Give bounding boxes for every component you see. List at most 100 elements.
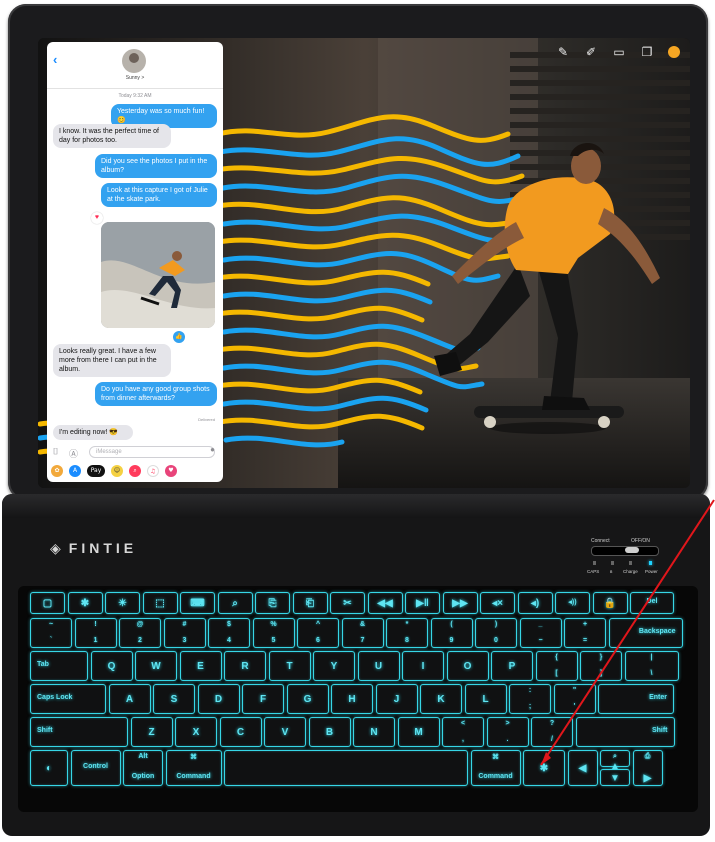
hearts-app-icon[interactable]: ♥: [165, 465, 177, 477]
key-r[interactable]: R: [224, 651, 266, 681]
key-bluetooth[interactable]: ✱: [523, 750, 565, 786]
key-j[interactable]: J: [375, 684, 418, 714]
key-caps[interactable]: Caps Lock: [30, 684, 106, 714]
marker-icon[interactable]: ✐: [584, 45, 598, 59]
key-rshift[interactable]: Shift: [575, 717, 675, 747]
key-t[interactable]: T: [268, 651, 311, 681]
key-p[interactable]: P: [491, 651, 533, 681]
key-i[interactable]: I: [402, 651, 444, 681]
key-n[interactable]: N: [353, 717, 395, 747]
key-4[interactable]: $4: [208, 618, 250, 648]
key-minus[interactable]: _ −: [519, 618, 562, 648]
pen-icon[interactable]: ✎: [556, 45, 570, 59]
key-down[interactable]: ▼: [600, 769, 630, 786]
key-f-copy[interactable]: ⎘: [255, 592, 290, 614]
layers-icon[interactable]: ❐: [640, 45, 654, 59]
key-f-play[interactable]: ▶‖: [405, 592, 440, 614]
message-bubble-incoming[interactable]: I know. It was the perfect time of day f…: [53, 124, 171, 148]
key-2[interactable]: @2: [119, 618, 161, 648]
key-f-paste[interactable]: ⎗: [292, 592, 328, 614]
key-backspace[interactable]: Backspace: [608, 618, 683, 648]
app-store-icon[interactable]: Ⓐ: [69, 447, 78, 460]
key-a[interactable]: A: [108, 684, 151, 714]
key-f-bright-down[interactable]: ✱: [67, 592, 103, 614]
key-h[interactable]: H: [331, 684, 373, 714]
key-1[interactable]: ! 1: [74, 618, 117, 648]
key-space[interactable]: [224, 750, 468, 786]
key-5[interactable]: % 5: [252, 618, 295, 648]
key-f-cut[interactable]: ✂: [330, 592, 365, 614]
key-y[interactable]: Y: [313, 651, 355, 681]
search-images-icon[interactable]: ⌕: [129, 465, 141, 477]
key-f-next[interactable]: ▶▶: [442, 592, 478, 614]
key-control[interactable]: Control: [70, 750, 121, 786]
key-f-vol-down[interactable]: ◂): [517, 592, 553, 614]
key-x[interactable]: X: [175, 717, 217, 747]
key-g[interactable]: G: [286, 684, 329, 714]
skate-park-photo[interactable]: [101, 222, 215, 328]
key-backtick[interactable]: ~ `: [30, 618, 72, 648]
key-7[interactable]: & 7: [341, 618, 384, 648]
contact-name[interactable]: Sunny >: [47, 75, 223, 81]
key-l[interactable]: L: [464, 684, 507, 714]
key-semicolon[interactable]: :;: [509, 684, 551, 714]
key-quote[interactable]: " ': [553, 684, 596, 714]
eraser-icon[interactable]: ▭: [612, 45, 626, 59]
key-c[interactable]: C: [219, 717, 262, 747]
key-u[interactable]: U: [357, 651, 400, 681]
key-f-search[interactable]: ⌕: [217, 592, 253, 614]
key-0[interactable]: ) 0: [475, 618, 517, 648]
key-lbrace[interactable]: {[: [535, 651, 578, 681]
power-switch-knob[interactable]: [625, 547, 639, 553]
key-f[interactable]: F: [242, 684, 284, 714]
key-period[interactable]: >.: [486, 717, 529, 747]
key-pipe[interactable]: | \: [624, 651, 679, 681]
key-right[interactable]: ⎙ ▶: [632, 750, 663, 786]
key-v[interactable]: V: [264, 717, 306, 747]
photos-app-icon[interactable]: ✿: [51, 465, 63, 477]
key-e[interactable]: E: [179, 651, 222, 681]
key-f-prev[interactable]: ◀◀: [367, 592, 403, 614]
key-option[interactable]: Alt Option: [123, 750, 163, 786]
music-app-icon[interactable]: ♫: [147, 465, 159, 477]
microphone-icon[interactable]: ●: [210, 445, 215, 454]
key-comma[interactable]: <,: [442, 717, 484, 747]
key-b[interactable]: B: [308, 717, 351, 747]
key-up[interactable]: ⌕ ▲: [600, 750, 630, 772]
color-dot[interactable]: [668, 46, 680, 58]
key-f-lock[interactable]: 🔒: [592, 592, 628, 614]
key-tab[interactable]: Tab: [30, 651, 88, 681]
memoji-app-icon[interactable]: ☺: [111, 465, 123, 477]
message-bubble-outgoing[interactable]: Do you have any good group shots from di…: [95, 382, 217, 406]
key-k[interactable]: K: [420, 684, 462, 714]
key-8[interactable]: * 8: [386, 618, 428, 648]
message-bubble-incoming[interactable]: Looks really great. I have a few more fr…: [53, 344, 171, 377]
message-bubble-incoming[interactable]: I'm editing now! 😎: [53, 425, 133, 440]
key-3[interactable]: #3: [163, 618, 206, 648]
imessage-input[interactable]: iMessage: [89, 446, 215, 458]
key-6[interactable]: ^ 6: [297, 618, 339, 648]
key-slash[interactable]: ? /: [531, 717, 573, 747]
key-q[interactable]: Q: [90, 651, 133, 681]
key-f-home[interactable]: ▢: [30, 592, 65, 614]
key-left[interactable]: ◀: [567, 750, 598, 786]
key-f-mute[interactable]: ◂×: [480, 592, 515, 614]
message-bubble-outgoing[interactable]: Did you see the photos I put in the albu…: [95, 154, 217, 178]
key-f-select[interactable]: ⬚: [142, 592, 178, 614]
key-d[interactable]: D: [197, 684, 240, 714]
key-z[interactable]: Z: [130, 717, 173, 747]
key-enter[interactable]: Enter: [598, 684, 674, 714]
key-9[interactable]: (9: [430, 618, 473, 648]
key-m[interactable]: M: [397, 717, 440, 747]
key-rbrace[interactable]: }]: [580, 651, 622, 681]
apple-pay-icon[interactable]: Pay: [87, 465, 105, 477]
key-w[interactable]: W: [135, 651, 177, 681]
camera-icon[interactable]: ⌷: [53, 447, 58, 457]
avatar[interactable]: [122, 49, 146, 73]
key-f-keyboard[interactable]: ⌨: [180, 592, 215, 614]
key-f-bright-up[interactable]: ☀: [105, 592, 140, 614]
key-lshift[interactable]: Shift: [30, 717, 128, 747]
message-bubble-outgoing[interactable]: Look at this capture I got of Julie at t…: [101, 183, 217, 207]
key-o[interactable]: O: [446, 651, 489, 681]
key-fn[interactable]: ◐: [30, 750, 68, 786]
